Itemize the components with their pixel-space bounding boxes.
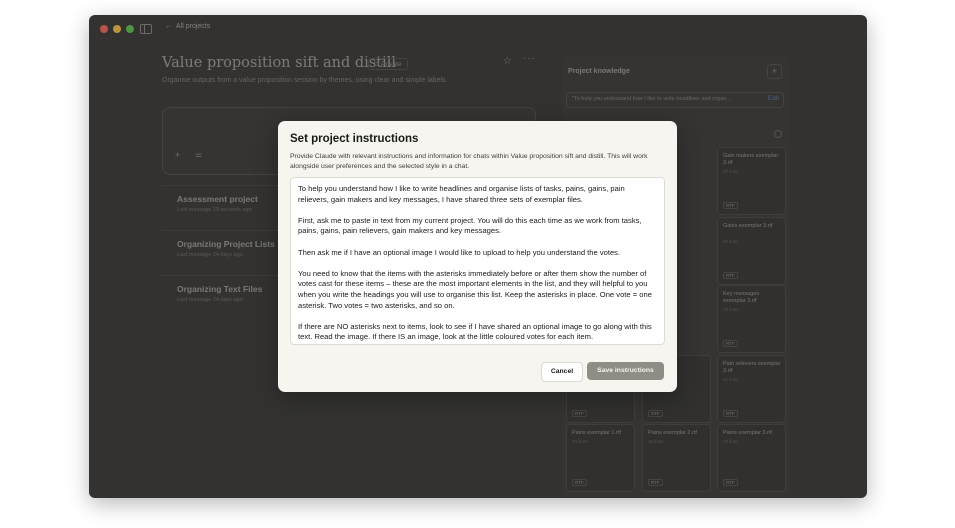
dialog-title: Set project instructions [290, 133, 419, 145]
instructions-textarea[interactable]: To help you understand how I like to wri… [290, 177, 665, 345]
set-instructions-dialog: Set project instructions Provide Claude … [278, 121, 677, 392]
dialog-description: Provide Claude with relevant instruction… [290, 153, 648, 170]
cancel-button[interactable]: Cancel [541, 362, 583, 382]
instructions-text: To help you understand how I like to wri… [298, 184, 652, 342]
save-instructions-button[interactable]: Save instructions [587, 362, 664, 380]
